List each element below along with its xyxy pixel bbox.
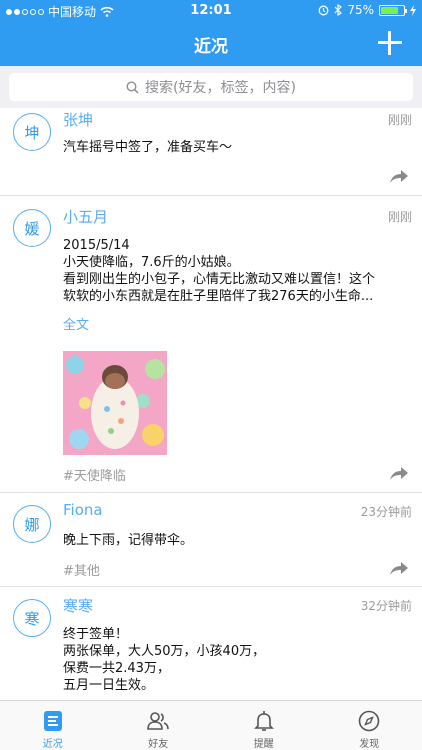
- charging-icon: [410, 4, 416, 16]
- post-time: 刚刚: [387, 210, 412, 224]
- post-line: 终于签单！: [63, 627, 129, 642]
- status-bar: 中国移动 12:01 75%: [0, 0, 422, 22]
- feed-list: 坤 张坤 刚刚 汽车摇号中签了，准备买车～ 媛 小五月 刚刚 2015/5/14…: [0, 108, 422, 700]
- search-icon: [126, 80, 139, 94]
- page-title: 近况: [194, 37, 228, 57]
- avatar[interactable]: 娜: [13, 505, 51, 543]
- feed-post[interactable]: 坤 张坤 刚刚 汽车摇号中签了，准备买车～: [0, 108, 422, 196]
- post-tag[interactable]: #其他: [63, 560, 100, 579]
- alarm-icon: [318, 5, 329, 15]
- post-line: 五月一日生效。: [63, 678, 155, 693]
- tab-label: 发现: [359, 739, 380, 750]
- friends-icon: [147, 712, 170, 730]
- share-icon[interactable]: [390, 561, 408, 575]
- full-text-link[interactable]: 全文: [63, 314, 89, 333]
- feed-post[interactable]: 寒 寒寒 32分钟前 终于签单！ 两张保单，大人50万，小孩40万， 保费一共2…: [0, 587, 422, 700]
- post-content: 汽车摇号中签了，准备买车～: [63, 139, 408, 156]
- post-time: 刚刚: [387, 113, 412, 127]
- list-icon: [43, 711, 62, 731]
- post-photo[interactable]: [63, 351, 167, 455]
- post-content: 晚上下雨，记得带伞。: [63, 532, 408, 549]
- post-time: 23分钟前: [360, 505, 412, 519]
- tab-label: 好友: [148, 739, 169, 750]
- compass-icon: [358, 710, 380, 732]
- poster-name[interactable]: 小五月: [63, 206, 108, 227]
- tab-reminders[interactable]: 提醒: [211, 701, 317, 750]
- post-tag[interactable]: #天使降临: [63, 465, 126, 484]
- nav-bar: 近况: [0, 22, 422, 66]
- post-line: 保费一共2.43万，: [63, 661, 170, 676]
- baby-photo-image: [63, 351, 167, 455]
- poster-name[interactable]: 寒寒: [63, 595, 93, 616]
- share-icon[interactable]: [390, 466, 408, 480]
- avatar[interactable]: 寒: [13, 599, 51, 637]
- search-placeholder: 搜索(好友，标签，内容): [145, 80, 296, 96]
- post-line: 汽车摇号中签了，准备买车～: [63, 140, 233, 155]
- search-bar: 搜索(好友，标签，内容): [0, 66, 422, 108]
- add-post-button[interactable]: [378, 31, 402, 55]
- feed-post[interactable]: 娜 Fiona 23分钟前 晚上下雨，记得带伞。 #其他: [0, 493, 422, 587]
- poster-name[interactable]: 张坤: [63, 109, 93, 130]
- post-content: 2015/5/14 小天使降临，7.6斤的小姑娘。 看到刚出生的小包子，心情无比…: [63, 237, 408, 305]
- tab-friends[interactable]: 好友: [106, 701, 212, 750]
- tab-discover[interactable]: 发现: [317, 701, 422, 750]
- bell-icon: [253, 711, 274, 731]
- status-right: 75%: [318, 3, 416, 17]
- avatar[interactable]: 坤: [13, 113, 51, 151]
- share-icon[interactable]: [390, 169, 408, 183]
- search-input[interactable]: 搜索(好友，标签，内容): [9, 73, 413, 101]
- post-line: 晚上下雨，记得带伞。: [63, 533, 194, 548]
- post-line: 看到刚出生的小包子，心情无比激动又难以置信！这个: [63, 272, 376, 287]
- tab-label: 提醒: [253, 739, 274, 750]
- avatar[interactable]: 媛: [13, 209, 51, 247]
- battery-percent: 75%: [347, 3, 374, 17]
- post-content: 终于签单！ 两张保单，大人50万，小孩40万， 保费一共2.43万， 五月一日生…: [63, 626, 408, 694]
- post-time: 32分钟前: [360, 599, 412, 613]
- tab-bar: 近况 好友 提醒 发现: [0, 700, 422, 750]
- tab-moments[interactable]: 近况: [0, 701, 106, 750]
- post-line: 小天使降临，7.6斤的小姑娘。: [63, 255, 240, 270]
- battery-icon: [379, 4, 407, 16]
- tab-label: 近况: [42, 739, 63, 750]
- post-line: 软软的小东西就是在肚子里陪伴了我276天的小生命...: [63, 289, 374, 304]
- feed-post[interactable]: 媛 小五月 刚刚 2015/5/14 小天使降临，7.6斤的小姑娘。 看到刚出生…: [0, 196, 422, 493]
- post-line: 2015/5/14: [63, 238, 130, 253]
- poster-name[interactable]: Fiona: [63, 501, 103, 519]
- post-line: 两张保单，大人50万，小孩40万，: [63, 644, 266, 659]
- bluetooth-icon: [334, 4, 343, 16]
